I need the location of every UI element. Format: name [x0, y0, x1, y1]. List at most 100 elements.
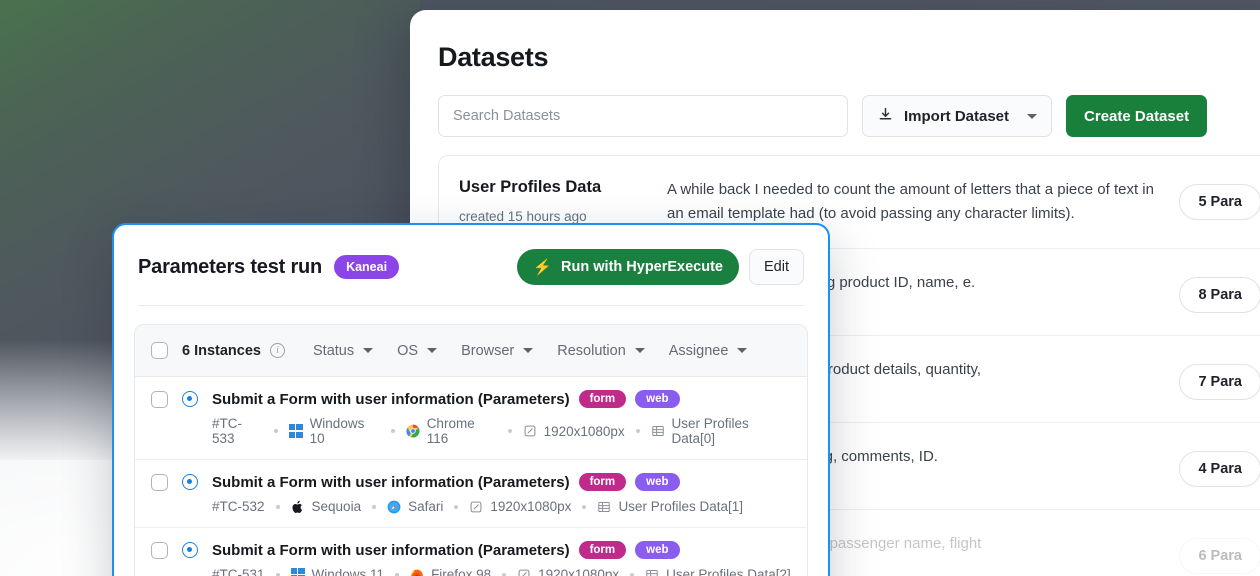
separator-dot — [276, 573, 280, 576]
dataset-created: created 15 hours ago — [459, 209, 667, 224]
table-icon — [651, 424, 665, 438]
screen-icon — [523, 424, 537, 438]
instance-id: #TC-532 — [212, 499, 265, 514]
instance-os: Windows 10 — [289, 416, 380, 446]
instance-title-row: Submit a Form with user information (Par… — [151, 473, 791, 491]
instance-os: Sequoia — [291, 499, 362, 514]
instance-resolution: 1920x1080px — [523, 424, 625, 439]
separator-dot — [502, 573, 506, 576]
import-dataset-label: Import Dataset — [904, 108, 1009, 125]
import-dataset-button[interactable]: Import Dataset — [862, 95, 1052, 137]
row-checkbox[interactable] — [151, 474, 168, 491]
instance-browser: Firefox 98 — [410, 567, 491, 576]
screen-icon — [517, 568, 531, 576]
run-button-label: Run with HyperExecute — [561, 259, 723, 275]
instance-os-label: Windows 10 — [310, 416, 380, 446]
separator-dot — [508, 429, 512, 433]
filter-browser-label: Browser — [461, 343, 514, 359]
windows-icon — [289, 424, 303, 438]
status-radio-icon[interactable] — [182, 391, 198, 407]
instance-meta-row: #TC-531 Windows 11 — [212, 567, 791, 576]
instance-browser-label: Chrome 116 — [427, 416, 497, 446]
chevron-down-icon — [363, 348, 373, 353]
search-input[interactable] — [438, 95, 848, 137]
instance-title-row: Submit a Form with user information (Par… — [151, 541, 791, 559]
chrome-icon — [406, 424, 420, 438]
separator-dot — [636, 429, 640, 433]
screen-icon — [469, 500, 483, 514]
chevron-down-icon — [635, 348, 645, 353]
filter-bar: Status OS Browser Resolution — [313, 343, 747, 359]
instance-meta-row: #TC-532 Sequoia — [212, 499, 791, 514]
instance-dataset-label: User Profiles Data[0] — [672, 416, 791, 446]
tag-form: form — [579, 541, 627, 559]
instances-table-header: 6 Instances i Status OS Browser — [135, 325, 807, 377]
parameters-test-run-panel: Parameters test run Kaneai ⚡ Run with Hy… — [112, 223, 830, 576]
info-icon[interactable]: i — [270, 343, 285, 358]
firefox-icon — [410, 568, 424, 576]
filter-os-label: OS — [397, 343, 418, 359]
instance-resolution: 1920x1080px — [469, 499, 571, 514]
bolt-icon: ⚡ — [533, 260, 552, 275]
dataset-params-badge: 7 Para — [1179, 364, 1260, 400]
instance-browser-label: Safari — [408, 499, 443, 514]
table-icon — [645, 568, 659, 576]
instance-dataset: User Profiles Data[0] — [651, 416, 791, 446]
status-radio-icon[interactable] — [182, 542, 198, 558]
instance-resolution-label: 1920x1080px — [544, 424, 625, 439]
separator-dot — [391, 429, 395, 433]
tag-web: web — [635, 541, 679, 559]
dataset-params-badge: 6 Para — [1179, 538, 1260, 574]
dataset-name-col: User Profiles Data created 15 hours ago — [459, 178, 667, 224]
instance-os: Windows 11 — [291, 567, 385, 576]
filter-status-label: Status — [313, 343, 354, 359]
filter-os[interactable]: OS — [397, 343, 437, 359]
chevron-down-icon[interactable] — [1027, 114, 1037, 119]
separator-dot — [274, 429, 278, 433]
filter-resolution[interactable]: Resolution — [557, 343, 645, 359]
instance-meta-row: #TC-533 Windows 10 — [212, 416, 791, 446]
tag-form: form — [579, 473, 627, 491]
separator-dot — [372, 505, 376, 509]
select-all-checkbox[interactable] — [151, 342, 168, 359]
instance-title: Submit a Form with user information (Par… — [212, 391, 570, 408]
instances-count: 6 Instances — [182, 343, 261, 359]
status-badge: Kaneai — [334, 255, 399, 279]
chevron-down-icon — [737, 348, 747, 353]
instances-table: 6 Instances i Status OS Browser — [134, 324, 808, 576]
instance-os-label: Sequoia — [312, 499, 362, 514]
list-item[interactable]: Submit a Form with user information (Par… — [135, 460, 807, 528]
separator-dot — [276, 505, 280, 509]
instance-title: Submit a Form with user information (Par… — [212, 542, 570, 559]
dataset-name: User Profiles Data — [459, 178, 667, 197]
dataset-params-badge: 8 Para — [1179, 277, 1260, 313]
instance-resolution-label: 1920x1080px — [490, 499, 571, 514]
params-title: Parameters test run — [138, 256, 322, 279]
params-actions: ⚡ Run with HyperExecute Edit — [517, 249, 804, 285]
screenshot-stage: Datasets Import Dataset Create Dataset U… — [0, 0, 1260, 576]
run-with-hyperexecute-button[interactable]: ⚡ Run with HyperExecute — [517, 249, 739, 285]
edit-button[interactable]: Edit — [749, 249, 804, 285]
chevron-down-icon — [523, 348, 533, 353]
safari-icon — [387, 500, 401, 514]
instance-dataset-label: User Profiles Data[1] — [618, 499, 743, 514]
list-item[interactable]: Submit a Form with user information (Par… — [135, 528, 807, 576]
filter-browser[interactable]: Browser — [461, 343, 533, 359]
filter-status[interactable]: Status — [313, 343, 373, 359]
separator-dot — [454, 505, 458, 509]
instance-browser: Chrome 116 — [406, 416, 497, 446]
chevron-down-icon — [427, 348, 437, 353]
list-item[interactable]: Submit a Form with user information (Par… — [135, 377, 807, 460]
separator-dot — [582, 505, 586, 509]
row-checkbox[interactable] — [151, 391, 168, 408]
dataset-params-badge: 5 Para — [1179, 184, 1260, 220]
create-dataset-button[interactable]: Create Dataset — [1066, 95, 1207, 137]
row-checkbox[interactable] — [151, 542, 168, 559]
instance-id: #TC-533 — [212, 416, 263, 446]
status-radio-icon[interactable] — [182, 474, 198, 490]
datasets-toolbar: Import Dataset Create Dataset — [410, 73, 1260, 137]
filter-assignee[interactable]: Assignee — [669, 343, 748, 359]
params-header: Parameters test run Kaneai ⚡ Run with Hy… — [114, 225, 828, 285]
filter-assignee-label: Assignee — [669, 343, 729, 359]
instance-browser-label: Firefox 98 — [431, 567, 491, 576]
